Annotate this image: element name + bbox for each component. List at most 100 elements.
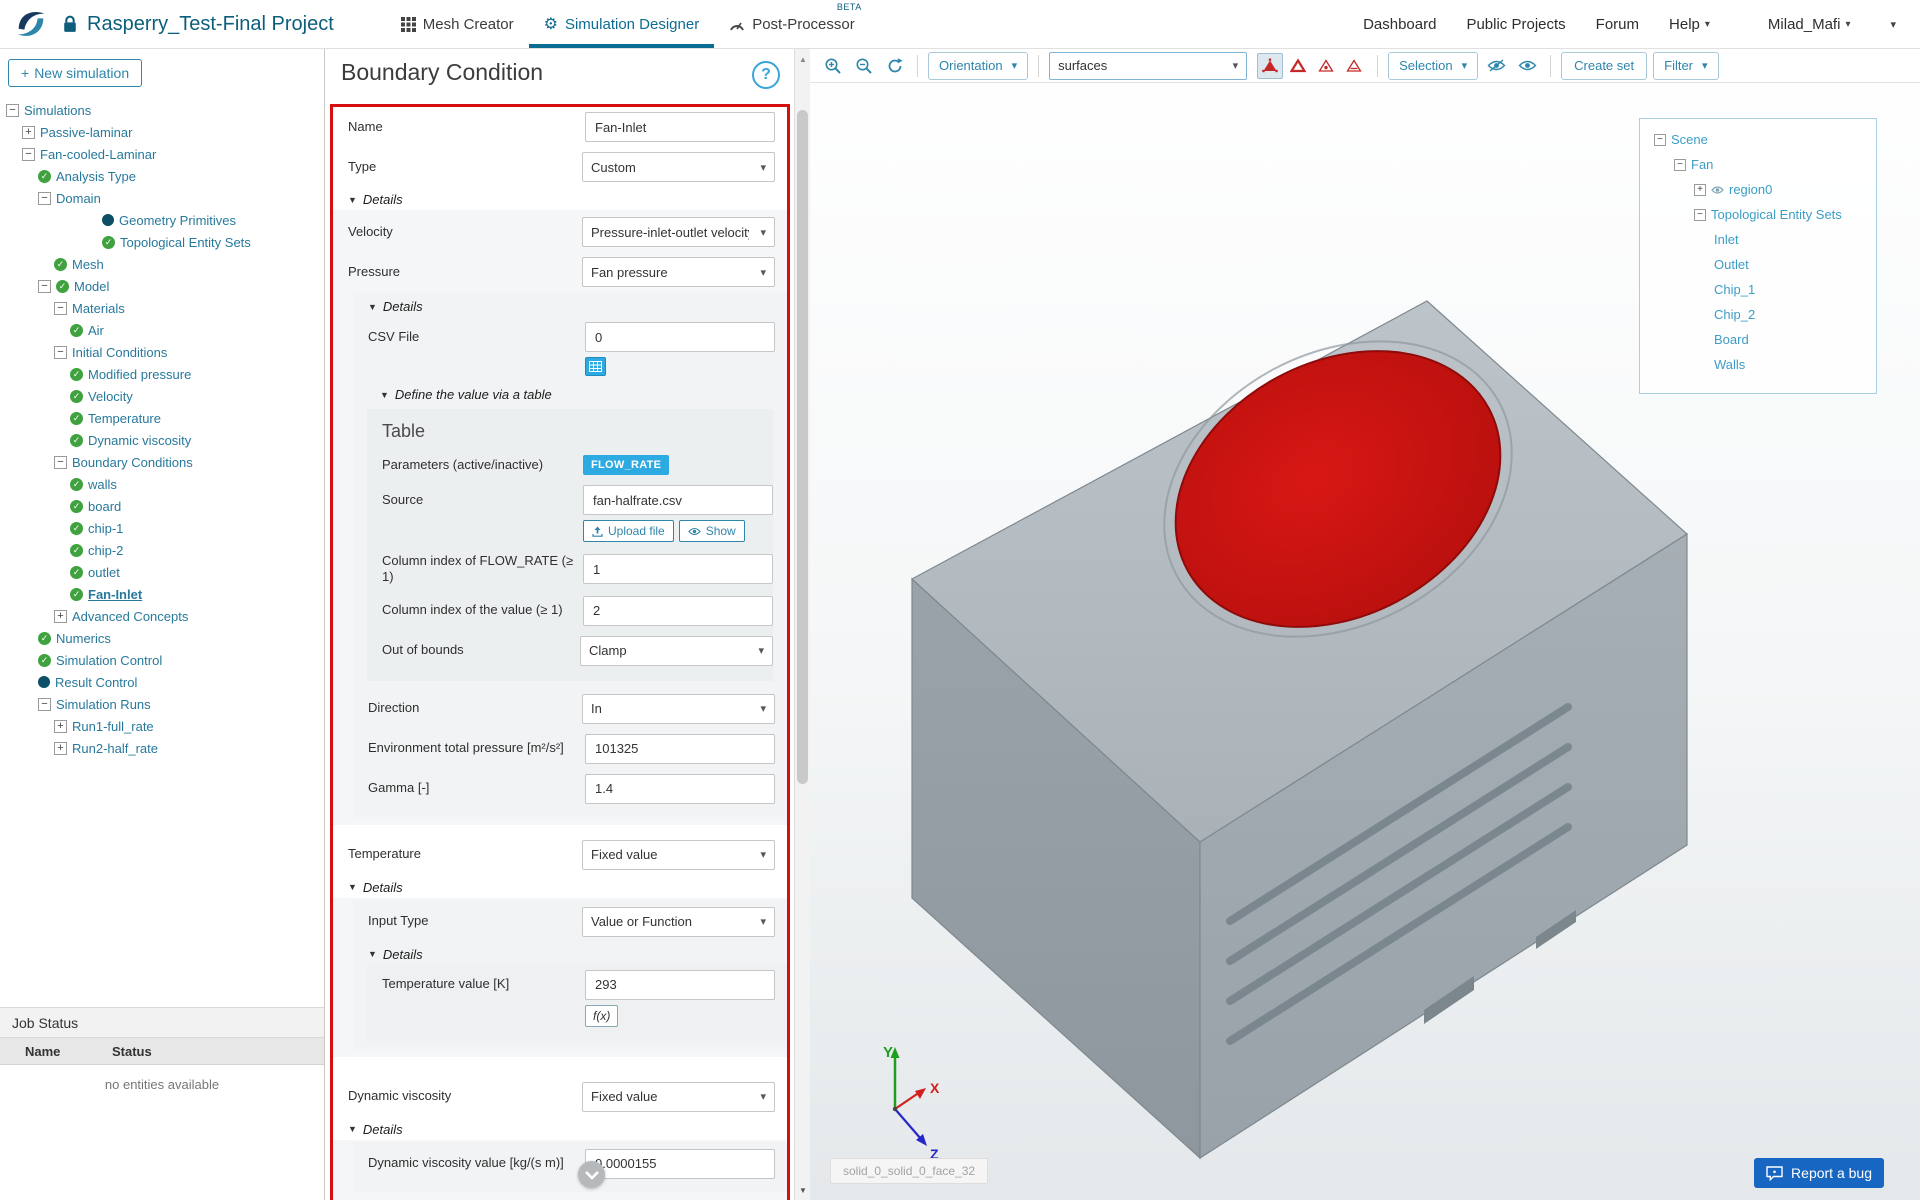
collapse-box-icon[interactable]: − [1674, 159, 1686, 171]
case-model[interactable] [912, 283, 1687, 1158]
tab-post-processor[interactable]: Post-Processor BETA [714, 0, 870, 48]
collapse-box-icon[interactable]: − [1694, 209, 1706, 221]
filter-dropdown[interactable]: Filter ▾ [1653, 52, 1718, 80]
scene-item-inlet[interactable]: Inlet [1646, 227, 1870, 252]
tree-label[interactable]: Materials [72, 301, 125, 316]
tree-label[interactable]: Temperature [88, 411, 161, 426]
type-select[interactable]: Custom ▾ [582, 152, 775, 182]
scroll-down-arrow[interactable]: ▼ [795, 1182, 811, 1198]
scroll-up-arrow[interactable]: ▲ [795, 51, 811, 67]
expand-box-icon[interactable]: + [54, 720, 67, 733]
orientation-dropdown[interactable]: Orientation ▾ [928, 52, 1028, 80]
tree-label[interactable]: Dynamic viscosity [88, 433, 191, 448]
tree-label[interactable]: Geometry Primitives [119, 213, 236, 228]
function-button[interactable]: f(x) [585, 1005, 618, 1027]
environment-pressure-input[interactable] [585, 734, 775, 764]
tree-item-numerics[interactable]: ✓Numerics [0, 627, 324, 649]
scene-label[interactable]: Board [1714, 332, 1749, 347]
csv-file-input[interactable] [585, 322, 775, 352]
help-button[interactable]: ? [752, 61, 780, 89]
user-menu-caret[interactable]: ▾ [1890, 18, 1896, 31]
temperature-select[interactable]: Fixed value ▾ [582, 840, 775, 870]
expand-box-icon[interactable]: + [54, 610, 67, 623]
tree-item-dynamic-viscosity[interactable]: ✓Dynamic viscosity [0, 429, 324, 451]
scrollbar-thumb[interactable] [797, 110, 808, 784]
tree-item-outlet[interactable]: ✓outlet [0, 561, 324, 583]
viscosity-value-input[interactable] [585, 1149, 775, 1179]
tree-item-air[interactable]: ✓Air [0, 319, 324, 341]
upload-file-button[interactable]: Upload file [583, 520, 674, 542]
tree-label[interactable]: Domain [56, 191, 101, 206]
tab-mesh-creator[interactable]: Mesh Creator [386, 0, 529, 48]
tree-item-result-control[interactable]: Result Control [0, 671, 324, 693]
tree-label[interactable]: Model [74, 279, 109, 294]
details-toggle[interactable]: ▼ Details [333, 187, 787, 210]
pick-edge-button[interactable] [1285, 53, 1311, 79]
tree-item-initial-conditions[interactable]: −Initial Conditions [0, 341, 324, 363]
simscale-logo[interactable] [12, 5, 50, 43]
details-toggle[interactable]: ▼ Details [333, 875, 787, 898]
csv-table-button[interactable] [585, 357, 606, 376]
pick-body-button[interactable] [1341, 53, 1367, 79]
hide-selection-button[interactable] [1484, 53, 1509, 78]
tree-item-materials[interactable]: −Materials [0, 297, 324, 319]
tree-item-simulation-control[interactable]: ✓Simulation Control [0, 649, 324, 671]
user-menu[interactable]: Milad_Mafi ▾ [1768, 16, 1851, 33]
scene-label[interactable]: Chip_1 [1714, 282, 1755, 297]
scene-item-scene[interactable]: −Scene [1646, 127, 1870, 152]
nav-help-menu[interactable]: Help ▾ [1669, 16, 1710, 33]
tree-label[interactable]: chip-1 [88, 521, 123, 536]
column-index-flow-rate-input[interactable] [583, 554, 773, 584]
render-mode-select[interactable]: surfaces ▾ [1049, 52, 1247, 80]
tree-label[interactable]: Velocity [88, 389, 133, 404]
scene-label[interactable]: Inlet [1714, 232, 1739, 247]
tree-label[interactable]: walls [88, 477, 117, 492]
refresh-view-button[interactable] [882, 53, 907, 78]
flow-rate-badge[interactable]: FLOW_RATE [583, 455, 669, 475]
panel-scrollbar[interactable]: ▲ ▼ [794, 49, 810, 1200]
tree-label[interactable]: Simulation Runs [56, 697, 151, 712]
define-table-toggle[interactable]: ▼ Define the value via a table [353, 382, 787, 405]
direction-select[interactable]: In ▾ [582, 694, 775, 724]
column-index-value-input[interactable] [583, 596, 773, 626]
details-toggle[interactable]: ▼ Details [353, 294, 787, 317]
scene-label[interactable]: Scene [1671, 132, 1708, 147]
scene-label[interactable]: Walls [1714, 357, 1745, 372]
collapse-box-icon[interactable]: − [38, 280, 51, 293]
tree-item-passive-laminar[interactable]: +Passive-laminar [0, 121, 324, 143]
scene-label[interactable]: region0 [1729, 182, 1772, 197]
tree-item-walls[interactable]: ✓walls [0, 473, 324, 495]
tree-label[interactable]: Run1-full_rate [72, 719, 154, 734]
show-selection-button[interactable] [1515, 53, 1540, 78]
dynamic-viscosity-select[interactable]: Fixed value ▾ [582, 1082, 775, 1112]
collapse-box-icon[interactable]: − [54, 302, 67, 315]
scene-item-chip-2[interactable]: Chip_2 [1646, 302, 1870, 327]
collapse-box-icon[interactable]: − [54, 456, 67, 469]
collapse-box-icon[interactable]: − [38, 192, 51, 205]
tree-label[interactable]: chip-2 [88, 543, 123, 558]
tree-item-fan-inlet[interactable]: ✓Fan-Inlet [0, 583, 324, 605]
tree-item-domain[interactable]: −Domain [0, 187, 324, 209]
input-type-select[interactable]: Value or Function ▾ [582, 907, 775, 937]
tree-item-geometry-primitives[interactable]: Geometry Primitives [0, 209, 324, 231]
scene-item-region0[interactable]: + region0 [1646, 177, 1870, 202]
expand-box-icon[interactable]: + [1694, 184, 1706, 196]
tree-label[interactable]: Initial Conditions [72, 345, 167, 360]
scene-label[interactable]: Outlet [1714, 257, 1749, 272]
zoom-in-button[interactable] [820, 53, 845, 78]
scene-item-fan[interactable]: −Fan [1646, 152, 1870, 177]
tree-label[interactable]: Advanced Concepts [72, 609, 188, 624]
tree-label[interactable]: Run2-half_rate [72, 741, 158, 756]
tree-label[interactable]: Air [88, 323, 104, 338]
selection-dropdown[interactable]: Selection ▾ [1388, 52, 1478, 80]
scene-label[interactable]: Fan [1691, 157, 1713, 172]
tree-label[interactable]: Analysis Type [56, 169, 136, 184]
collapse-box-icon[interactable]: − [6, 104, 19, 117]
tree-label[interactable]: Mesh [72, 257, 104, 272]
collapse-box-icon[interactable]: − [22, 148, 35, 161]
pick-vertex-button[interactable] [1257, 53, 1283, 79]
nav-dashboard[interactable]: Dashboard [1363, 16, 1436, 33]
pressure-select[interactable]: Fan pressure ▾ [582, 257, 775, 287]
scene-item-board[interactable]: Board [1646, 327, 1870, 352]
tree-item-simulation-runs[interactable]: −Simulation Runs [0, 693, 324, 715]
